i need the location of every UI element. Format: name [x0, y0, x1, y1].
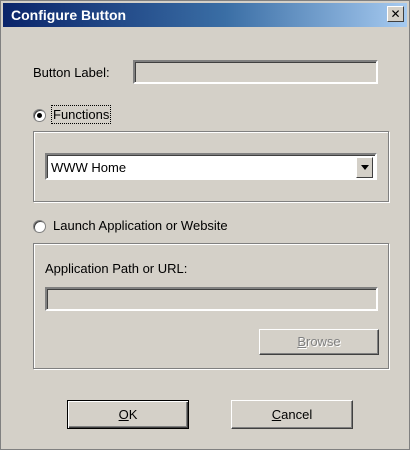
radio-selected-dot — [37, 113, 42, 118]
chevron-down-icon — [360, 165, 369, 170]
ok-button[interactable]: OK — [67, 400, 189, 429]
button-label-input[interactable] — [133, 60, 378, 84]
launch-radio[interactable] — [33, 220, 46, 233]
cancel-button[interactable]: Cancel — [231, 400, 353, 429]
ok-button-label: OK — [118, 407, 138, 422]
close-button[interactable]: ✕ — [387, 6, 404, 22]
browse-button[interactable]: Browse — [259, 329, 379, 355]
functions-radio[interactable] — [33, 109, 46, 122]
launch-radio-label[interactable]: Launch Application or Website — [53, 218, 228, 233]
app-path-input[interactable] — [45, 287, 378, 311]
dropdown-arrow-button[interactable] — [356, 157, 373, 178]
configure-button-dialog: Configure Button ✕ Button Label: Functio… — [0, 0, 410, 450]
functions-radio-label[interactable]: Functions — [50, 105, 112, 124]
title-bar[interactable]: Configure Button ✕ — [3, 3, 407, 27]
close-icon: ✕ — [390, 7, 401, 21]
button-label-caption: Button Label: — [33, 65, 110, 80]
functions-dropdown[interactable]: WWW Home — [45, 153, 377, 180]
browse-button-label: Browse — [297, 334, 341, 349]
window-title: Configure Button — [11, 7, 127, 23]
app-path-label: Application Path or URL: — [45, 261, 188, 276]
cancel-button-label: Cancel — [271, 407, 313, 422]
functions-dropdown-value: WWW Home — [51, 160, 127, 175]
